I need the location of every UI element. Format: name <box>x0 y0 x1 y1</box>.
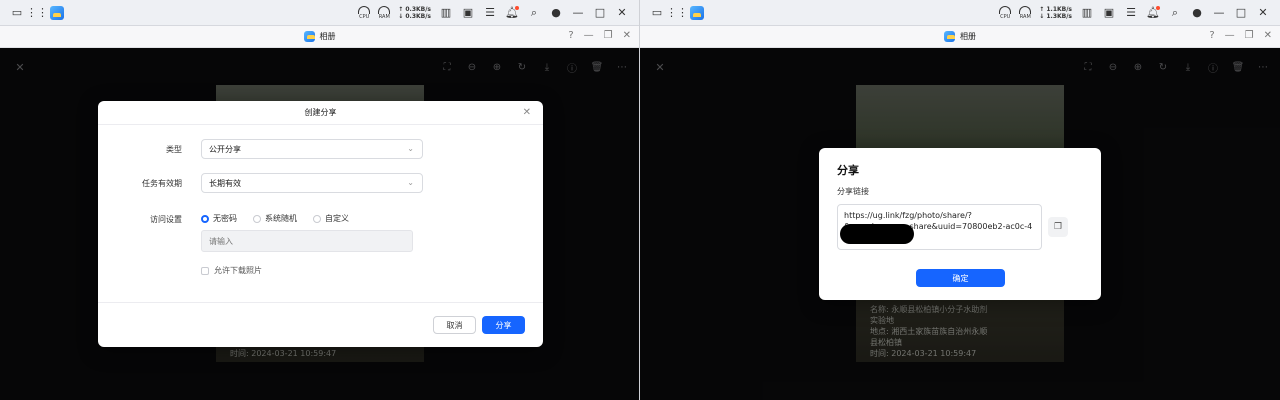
user-icon[interactable]: ● <box>1190 6 1204 20</box>
app-titlebar: 相册 ? — ❐ ✕ <box>0 26 639 48</box>
app-titlebar: 相册 ? — ❐ ✕ <box>640 26 1280 48</box>
net-up: ↑ 0.3KB/s <box>398 5 431 13</box>
app-grid-icon[interactable]: ⋮⋮ <box>666 6 688 20</box>
dialog-title: 创建分享 <box>304 108 337 117</box>
share-result-dialog: 分享 分享链接 https://ug.link/fzg/photo/share/… <box>819 148 1101 300</box>
close-icon[interactable]: ✕ <box>1264 30 1272 41</box>
help-icon[interactable]: ? <box>1209 30 1214 41</box>
photos-app-icon <box>944 31 955 42</box>
help-icon[interactable]: ? <box>568 30 573 41</box>
cpu-gauge: CPU <box>999 5 1012 20</box>
chevron-down-icon: ⌄ <box>407 144 414 153</box>
ram-gauge: RAM <box>1019 5 1032 20</box>
copy-icon[interactable]: ❐ <box>1048 217 1068 237</box>
close-icon[interactable]: ✕ <box>623 30 631 41</box>
restore-icon[interactable]: ❐ <box>1245 30 1254 41</box>
photos-app-icon[interactable] <box>50 5 64 20</box>
minimize-icon[interactable]: — <box>1212 6 1226 20</box>
desktop-icon[interactable]: ▭ <box>650 6 664 20</box>
network-speed: ↑ 1.1KB/s ↓ 1.3KB/s <box>1039 6 1072 20</box>
maximize-icon[interactable]: □ <box>593 6 607 20</box>
notification-bell-icon[interactable]: 🔔︎ <box>1146 5 1160 20</box>
minimize-icon[interactable]: — <box>584 30 594 41</box>
dialog-title: 分享 <box>837 164 859 177</box>
cpu-gauge: CPU <box>358 5 371 20</box>
net-down: ↓ 1.3KB/s <box>1039 12 1072 20</box>
minimize-icon[interactable]: — <box>1225 30 1235 41</box>
net-up: ↑ 1.1KB/s <box>1039 5 1072 13</box>
photos-app-icon[interactable] <box>690 5 704 20</box>
type-label: 类型 <box>166 145 182 154</box>
taskbar: ▭ ⋮⋮ CPU RAM ↑ 1.1KB/s ↓ 1.3KB/s ▥ ▣ ☰ 🔔… <box>640 0 1280 26</box>
create-share-dialog: 创建分享 ✕ 类型 公开分享 ⌄ 任务有效期 长期有效 ⌄ 访问设置 无密码 系… <box>98 101 543 347</box>
close-icon[interactable]: ✕ <box>615 6 629 20</box>
validity-select[interactable]: 长期有效 ⌄ <box>201 173 423 193</box>
photos-app-icon <box>303 31 315 42</box>
access-radio-group: 无密码 系统随机 自定义 <box>201 213 349 224</box>
notification-bell-icon[interactable]: 🔔︎ <box>505 5 519 20</box>
chevron-down-icon: ⌄ <box>407 178 414 187</box>
radio-custom[interactable]: 自定义 <box>313 213 349 224</box>
window-title: 相册 <box>960 32 976 41</box>
network-speed: ↑ 0.3KB/s ↓ 0.3KB/s <box>398 6 431 20</box>
search-icon[interactable]: ⌕ <box>527 6 541 20</box>
window-title: 相册 <box>319 32 336 41</box>
radio-no-password[interactable]: 无密码 <box>201 213 237 224</box>
dialog-footer-divider <box>98 302 543 303</box>
dialog-close-icon[interactable]: ✕ <box>523 107 531 118</box>
tasks-icon[interactable]: ☰ <box>1124 6 1138 20</box>
cancel-button[interactable]: 取消 <box>433 316 476 334</box>
minimize-icon[interactable]: — <box>571 6 585 20</box>
password-input[interactable] <box>201 230 413 252</box>
taskbar: ▭ ⋮⋮ CPU RAM ↑ 0.3KB/s ↓ 0.3KB/s ▥ ▣ ☰ 🔔… <box>0 0 639 26</box>
monitor-icon[interactable]: ▣ <box>1102 6 1116 20</box>
monitor-icon[interactable]: ▣ <box>461 6 475 20</box>
share-link-label: 分享链接 <box>837 187 869 196</box>
maximize-icon[interactable]: □ <box>1234 6 1248 20</box>
close-icon[interactable]: ✕ <box>1256 6 1270 20</box>
restore-icon[interactable]: ❐ <box>604 30 613 41</box>
tasks-icon[interactable]: ☰ <box>483 6 497 20</box>
radio-system-random[interactable]: 系统随机 <box>253 213 297 224</box>
access-label: 访问设置 <box>150 215 182 224</box>
validity-label: 任务有效期 <box>142 179 182 188</box>
app-grid-icon[interactable]: ⋮⋮ <box>26 6 48 20</box>
storage-icon[interactable]: ▥ <box>439 6 453 20</box>
right-screen: ▭ ⋮⋮ CPU RAM ↑ 1.1KB/s ↓ 1.3KB/s ▥ ▣ ☰ 🔔… <box>640 0 1280 400</box>
left-screen: ▭ ⋮⋮ CPU RAM ↑ 0.3KB/s ↓ 0.3KB/s ▥ ▣ ☰ 🔔… <box>0 0 640 400</box>
desktop-icon[interactable]: ▭ <box>10 6 24 20</box>
storage-icon[interactable]: ▥ <box>1080 6 1094 20</box>
type-select[interactable]: 公开分享 ⌄ <box>201 139 423 159</box>
ram-gauge: RAM <box>378 5 391 20</box>
share-button[interactable]: 分享 <box>482 316 525 334</box>
confirm-button[interactable]: 确定 <box>916 269 1005 287</box>
share-link-field[interactable]: https://ug.link/fzg/photo/share/? &searc… <box>837 204 1042 250</box>
allow-download-checkbox[interactable]: 允许下载照片 <box>201 265 262 276</box>
search-icon[interactable]: ⌕ <box>1168 6 1182 20</box>
user-icon[interactable]: ● <box>549 6 563 20</box>
net-down: ↓ 0.3KB/s <box>398 12 431 20</box>
redaction-mark <box>840 224 914 244</box>
